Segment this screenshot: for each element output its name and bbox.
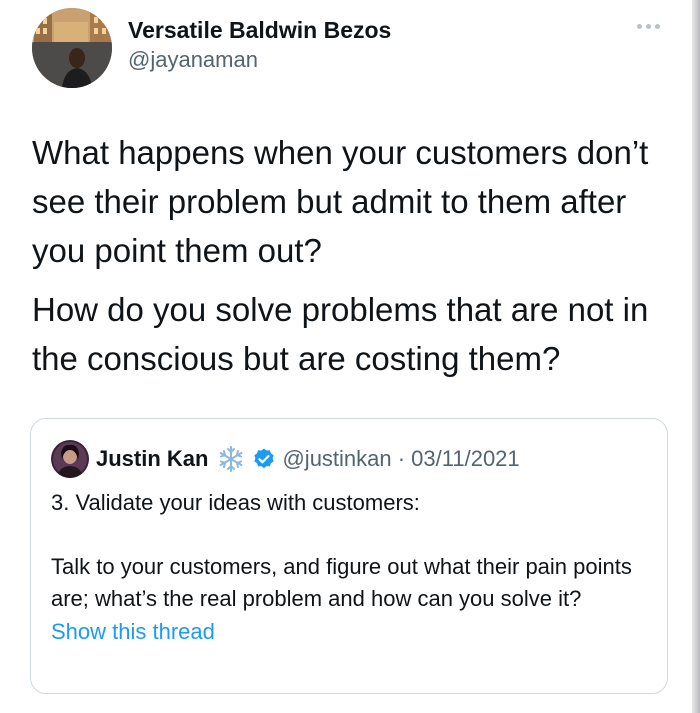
window-edge [692,0,700,713]
tweet-author: Versatile Baldwin Bezos @jayanaman [32,8,391,88]
quoted-handle-and-date[interactable]: @justinkan · 03/11/2021 [282,446,519,472]
more-options-button[interactable] [637,24,660,29]
author-handle[interactable]: @jayanaman [128,46,391,74]
quoted-text-line: 3. Validate your ideas with customers: [51,490,420,515]
tweet-paragraph: What happens when your customers don’t s… [32,134,649,269]
more-dot [637,24,642,29]
more-dot [646,24,651,29]
tweet-text: What happens when your customers don’t s… [32,128,672,393]
quoted-tweet-text: 3. Validate your ideas with customers: T… [51,487,647,615]
quoted-author-name[interactable]: Justin Kan [96,446,208,472]
quoted-author-avatar[interactable] [51,440,89,478]
quoted-tweet-header: Justin Kan @justinkan · 03/11/2021 [51,439,647,479]
verified-badge-icon [254,448,275,469]
quoted-text-line: Talk to your customers, and figure out w… [51,554,632,611]
show-thread-link[interactable]: Show this thread [51,619,215,645]
quoted-tweet-card[interactable]: Justin Kan @justinkan · 03/11/2021 3. Va… [30,418,668,694]
snowflake-icon [220,446,243,472]
author-name[interactable]: Versatile Baldwin Bezos [128,16,391,44]
tweet-paragraph: How do you solve problems that are not i… [32,291,649,377]
more-dot [655,24,660,29]
author-avatar[interactable] [32,8,112,88]
